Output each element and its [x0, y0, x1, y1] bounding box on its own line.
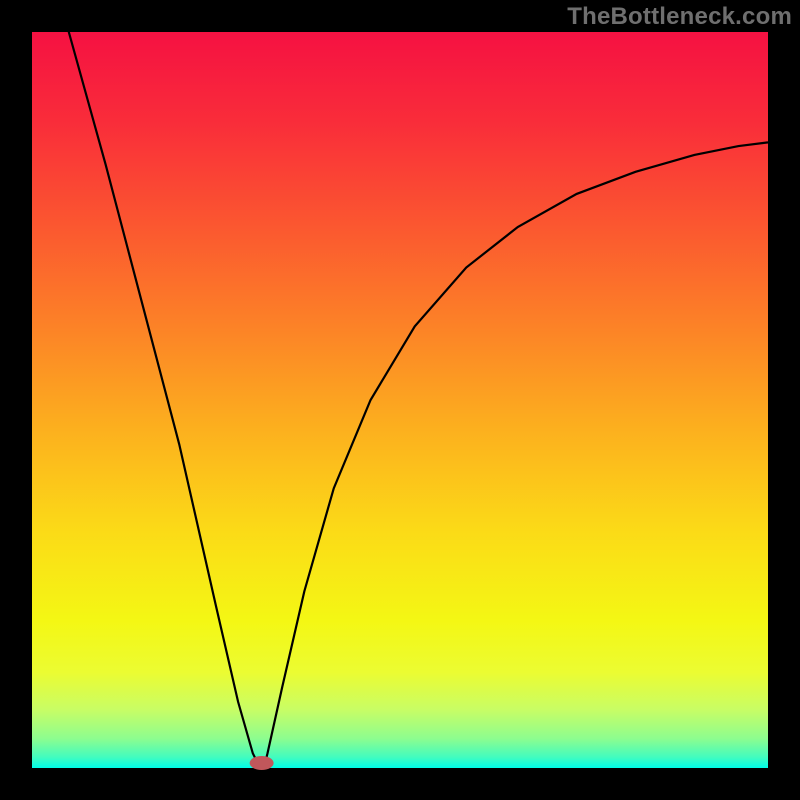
minimum-marker [250, 756, 274, 770]
plot-background [32, 32, 768, 768]
chart-frame: TheBottleneck.com [0, 0, 800, 800]
bottleneck-chart [0, 0, 800, 800]
watermark-text: TheBottleneck.com [567, 3, 792, 31]
